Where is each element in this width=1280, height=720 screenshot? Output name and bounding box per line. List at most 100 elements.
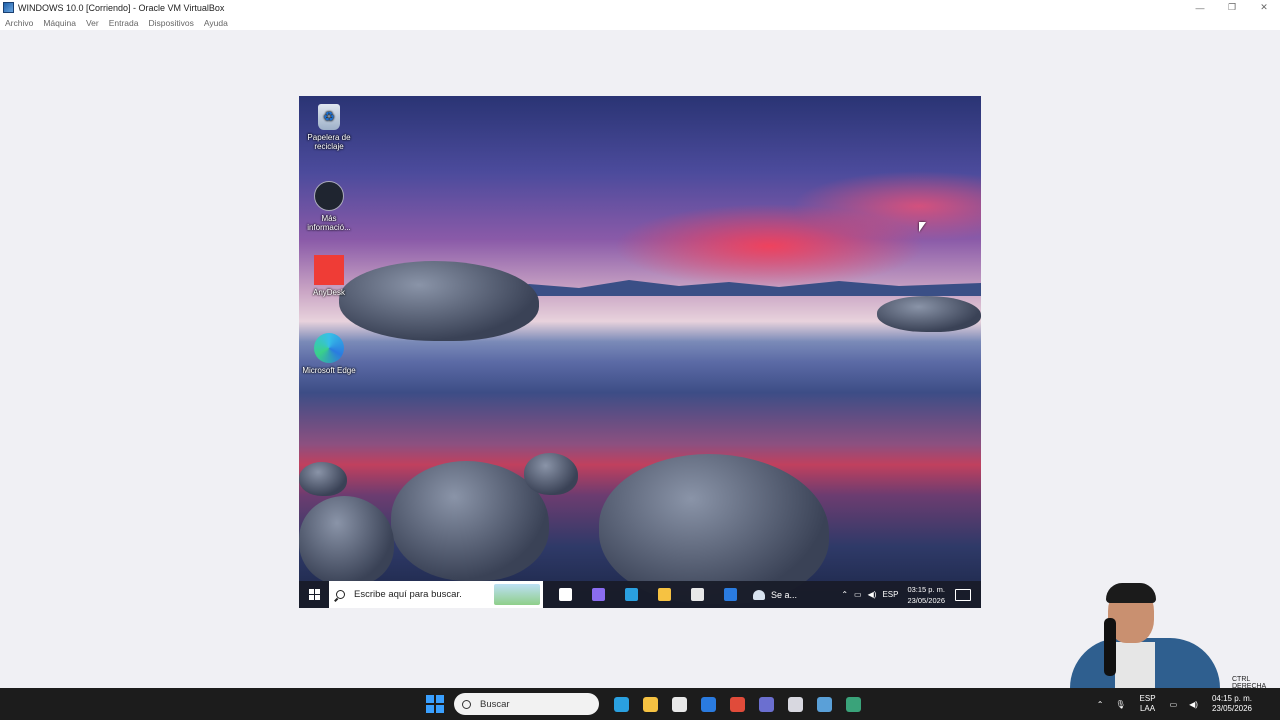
store-taskbar-button[interactable] xyxy=(665,688,694,720)
guest-language[interactable]: ESP xyxy=(882,590,898,599)
search-icon xyxy=(336,590,345,599)
rock xyxy=(299,496,394,586)
edge-taskbar-button[interactable] xyxy=(615,581,648,608)
rock xyxy=(339,261,539,341)
virtualbox-vm-taskbar-button[interactable] xyxy=(810,688,839,720)
guest-taskbar-apps xyxy=(549,581,747,608)
webcam-microphone xyxy=(1104,618,1116,676)
guest-search-box[interactable]: Escribe aquí para buscar. xyxy=(329,581,543,608)
desktop-icon-label: AnyDesk xyxy=(312,288,345,297)
desktop-icon-edge[interactable]: Microsoft Edge xyxy=(299,333,359,375)
menu-archivo[interactable]: Archivo xyxy=(5,18,33,28)
desktop-icon-recycle-bin[interactable]: ♻ Papelera de reciclaje xyxy=(299,104,359,151)
file-explorer-icon xyxy=(658,588,671,601)
outlook-icon xyxy=(724,588,737,601)
menu-bar: Archivo Máquina Ver Entrada Dispositivos… xyxy=(0,15,1280,30)
host-start-button[interactable] xyxy=(426,695,444,713)
menu-ayuda[interactable]: Ayuda xyxy=(204,18,228,28)
anydesk-icon xyxy=(314,255,344,285)
host-time: 04:15 p. m. xyxy=(1211,694,1252,703)
search-icon xyxy=(462,699,471,709)
network-icon[interactable]: ▭ xyxy=(854,590,862,599)
virtualbox-vm-icon xyxy=(817,696,832,712)
maximize-button[interactable]: ❐ xyxy=(1216,0,1248,15)
search-highlight-image xyxy=(494,584,540,605)
file-explorer-taskbar-button[interactable] xyxy=(648,581,681,608)
guest-time: 03:15 p. m. xyxy=(907,584,945,594)
weather-widget[interactable]: Se a... xyxy=(753,589,811,600)
virtualbox-icon xyxy=(788,696,803,712)
edge-taskbar-button[interactable] xyxy=(607,688,636,720)
webcam-person-shirt xyxy=(1115,642,1155,688)
edge-icon xyxy=(614,696,629,712)
virtualbox-taskbar-button[interactable] xyxy=(781,688,810,720)
teams-taskbar-button[interactable] xyxy=(752,688,781,720)
menu-entrada[interactable]: Entrada xyxy=(109,18,139,28)
desktop-icon-label: Microsoft Edge xyxy=(302,366,356,375)
host-taskbar: Buscar ⌃ 🎙 ESP LAA ▭ ◀) 04:15 p. m. 23/0… xyxy=(0,688,1280,720)
weather-icon xyxy=(753,589,765,600)
desktop-icon-label: Papelera de reciclaje xyxy=(307,133,351,151)
store-taskbar-button[interactable] xyxy=(681,581,714,608)
window-title: WINDOWS 10.0 [Corriendo] - Oracle VM Vir… xyxy=(18,2,225,13)
weather-label: Se a... xyxy=(771,589,798,600)
guest-screen[interactable]: ♻ Papelera de reciclaje Más informació..… xyxy=(299,96,981,608)
desktop-icon-more-info[interactable]: Más informació... xyxy=(299,181,359,232)
menu-maquina[interactable]: Máquina xyxy=(43,18,76,28)
host-language[interactable]: ESP LAA xyxy=(1140,694,1156,714)
webcam-overlay xyxy=(1060,570,1240,688)
outlook-taskbar-button[interactable] xyxy=(694,688,723,720)
window-titlebar: WINDOWS 10.0 [Corriendo] - Oracle VM Vir… xyxy=(0,0,1280,15)
chevron-up-icon[interactable]: ⌃ xyxy=(1097,700,1104,709)
chrome-taskbar-button[interactable] xyxy=(723,688,752,720)
rock xyxy=(524,453,578,495)
guest-taskbar: Escribe aquí para buscar. Se a... ⌃ ▭ ◀)… xyxy=(299,581,981,608)
desktop-icon-label: Más informació... xyxy=(307,214,351,232)
guest-start-button[interactable] xyxy=(299,581,329,608)
host-clock[interactable]: 04:15 p. m. 23/05/2026 xyxy=(1212,694,1252,714)
file-explorer-taskbar-button[interactable] xyxy=(636,688,665,720)
host-search-placeholder: Buscar xyxy=(480,698,510,710)
host-search-box[interactable]: Buscar xyxy=(454,693,599,715)
store-icon xyxy=(691,588,704,601)
virtualbox-app-icon xyxy=(3,2,14,13)
network-icon[interactable]: ▭ xyxy=(1170,700,1178,709)
copilot-taskbar-button[interactable] xyxy=(582,581,615,608)
desktop-icon-anydesk[interactable]: AnyDesk xyxy=(299,255,359,297)
terminal-icon xyxy=(846,696,861,712)
file-explorer-icon xyxy=(643,696,658,712)
host-taskbar-apps xyxy=(607,688,868,720)
windows-logo-icon xyxy=(308,589,320,600)
teams-icon xyxy=(759,696,774,712)
guest-clock[interactable]: 03:15 p. m. 23/05/2026 xyxy=(907,584,945,606)
rock xyxy=(877,296,981,332)
microphone-icon[interactable]: 🎙 xyxy=(1115,700,1125,709)
host-system-tray: ⌃ 🎙 ESP LAA ▭ ◀) 04:15 p. m. 23/05/2026 xyxy=(1091,688,1280,720)
guest-date: 23/05/2026 xyxy=(907,595,945,605)
task-view-icon xyxy=(559,588,572,601)
copilot-icon xyxy=(592,588,605,601)
webcam-person-hair xyxy=(1106,583,1156,603)
menu-dispositivos[interactable]: Dispositivos xyxy=(149,18,194,28)
store-icon xyxy=(672,696,687,712)
menu-ver[interactable]: Ver xyxy=(86,18,99,28)
guest-system-tray: ⌃ ▭ ◀) ESP 03:15 p. m. 23/05/2026 xyxy=(838,584,981,606)
chrome-icon xyxy=(730,696,745,712)
outlook-taskbar-button[interactable] xyxy=(714,581,747,608)
volume-icon[interactable]: ◀) xyxy=(1189,700,1198,709)
host-date: 23/05/2026 xyxy=(1211,704,1252,713)
chevron-up-icon[interactable]: ⌃ xyxy=(841,590,848,599)
task-view-taskbar-button[interactable] xyxy=(549,581,582,608)
mouse-cursor xyxy=(919,222,926,232)
minimize-button[interactable]: — xyxy=(1184,0,1216,15)
rock xyxy=(299,462,347,496)
host-lang-top: ESP xyxy=(1139,694,1156,703)
recycle-bin-icon: ♻ xyxy=(318,104,340,130)
close-button[interactable]: ✕ xyxy=(1248,0,1280,15)
info-icon xyxy=(314,181,344,211)
edge-icon xyxy=(314,333,344,363)
terminal-taskbar-button[interactable] xyxy=(839,688,868,720)
volume-icon[interactable]: ◀) xyxy=(868,590,877,599)
notification-center-icon[interactable] xyxy=(955,588,971,601)
guest-search-placeholder: Escribe aquí para buscar. xyxy=(354,589,462,600)
